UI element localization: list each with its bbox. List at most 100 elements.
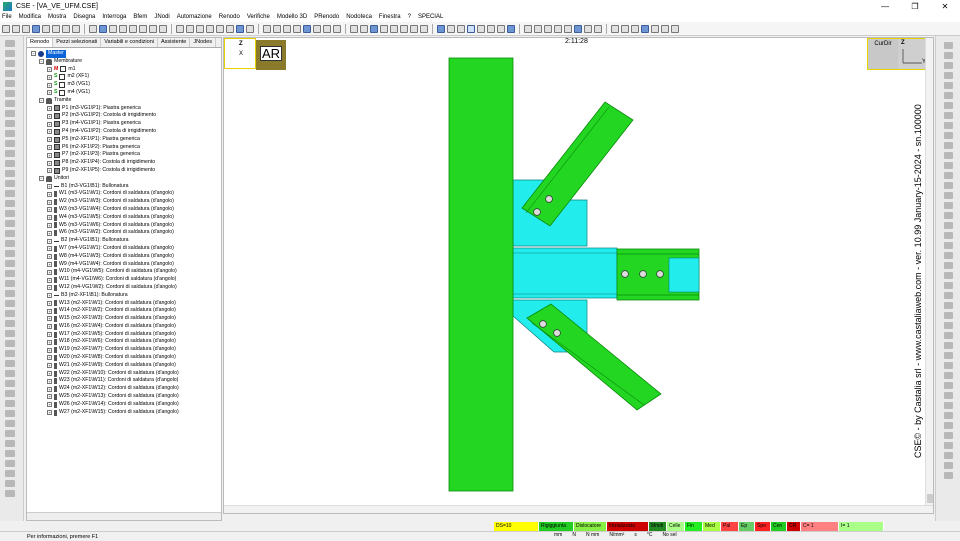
tree-item-weld[interactable]: + W3 (m3-VG1\W4): Cordoni di saldatura (d… (27, 206, 221, 214)
expand-icon[interactable]: + (47, 402, 52, 408)
toolbar-button-icon[interactable] (564, 24, 572, 33)
left-tool-icon[interactable] (5, 170, 15, 177)
toolbar-button-icon[interactable] (72, 24, 80, 33)
tree-item-weld[interactable]: + W19 (m2-XF1\W7): Cordoni di saldatura (… (27, 346, 221, 354)
tree-item-weld[interactable]: + W5 (m3-VG1\W6): Cordoni di saldatura (d… (27, 222, 221, 230)
menu-item[interactable]: Automazione (177, 14, 212, 20)
left-tool-icon[interactable] (5, 380, 15, 387)
right-tool-icon[interactable] (944, 82, 953, 89)
right-tool-icon[interactable] (944, 352, 953, 359)
toolbar-button-icon[interactable] (497, 24, 505, 33)
left-tool-icon[interactable] (5, 70, 15, 77)
menu-item[interactable]: Modifica (19, 14, 41, 20)
toolbar-button-icon[interactable] (400, 24, 408, 33)
tree-item-weld[interactable]: + W22 (m2-XF1\W10): Cordoni di saldatura … (27, 370, 221, 378)
tab-assistente[interactable]: Assistente (158, 38, 191, 47)
tree-item-bolt[interactable]: + B3 (m2-XF1\B1): Bullonatura (27, 292, 221, 300)
expand-icon[interactable]: + (47, 215, 52, 221)
tab-variabili-e-condizioni[interactable]: Variabili e condizioni (101, 38, 158, 47)
expand-icon[interactable]: + (47, 160, 52, 166)
right-tool-icon[interactable] (944, 212, 953, 219)
left-tool-icon[interactable] (5, 480, 15, 487)
toolbar-button-icon[interactable] (447, 24, 455, 33)
menu-item[interactable]: Finestra (379, 14, 401, 20)
tree-item-bolt[interactable]: + B1 (m3-VG1\B1): Bullonatura (27, 183, 221, 191)
tree-item-plate[interactable]: + P5 (m2-XF1\P1): Piastra generica (27, 136, 221, 144)
scroll-thumb[interactable] (927, 494, 933, 503)
menu-item[interactable]: Nodoteca (346, 14, 372, 20)
collapse-icon[interactable]: − (39, 98, 44, 104)
left-tool-icon[interactable] (5, 290, 15, 297)
right-tool-icon[interactable] (944, 412, 953, 419)
toolbar-button-icon[interactable] (594, 24, 602, 33)
close-icon[interactable]: ✕ (930, 2, 960, 11)
toolbar-button-icon[interactable] (380, 24, 388, 33)
toolbar-button-icon[interactable] (149, 24, 157, 33)
expand-icon[interactable]: + (47, 371, 52, 377)
tree-item-weld[interactable]: + W13 (m2-XF1\W1): Cordoni di saldatura (… (27, 300, 221, 308)
menu-item[interactable]: PRenodo (314, 14, 339, 20)
tree-group-unitori[interactable]: − Unitori (27, 175, 221, 183)
toolbar-button-icon[interactable] (611, 24, 619, 33)
left-tool-icon[interactable] (5, 400, 15, 407)
tree-item-plate[interactable]: + P4 (m4-VG1\P2): Costola di irrigidiment… (27, 128, 221, 136)
toolbar-button-icon[interactable] (206, 24, 214, 33)
collapse-icon[interactable]: − (39, 59, 44, 65)
right-tool-icon[interactable] (944, 322, 953, 329)
expand-icon[interactable]: + (47, 222, 52, 228)
right-tool-icon[interactable] (944, 122, 953, 129)
toolbar-button-icon[interactable] (159, 24, 167, 33)
menu-item[interactable]: Bfem (133, 14, 147, 20)
toolbar-button-icon[interactable] (236, 24, 244, 33)
tree-item-weld[interactable]: + W14 (m2-XF1\W2): Cordoni di saldatura (… (27, 307, 221, 315)
expand-icon[interactable]: + (47, 105, 52, 111)
left-tool-icon[interactable] (5, 390, 15, 397)
toolbar-button-icon[interactable] (186, 24, 194, 33)
toolbar-button-icon[interactable] (651, 24, 659, 33)
expand-icon[interactable]: + (47, 410, 52, 416)
expand-icon[interactable]: + (47, 300, 52, 306)
drawing-viewport[interactable]: Z X AR 2:11:28 CurDir Z Y CSE© - by Cast… (223, 37, 934, 514)
tree-item-member[interactable]: + Sm3 (VG1) (27, 81, 221, 89)
menu-item[interactable]: Verifiche (247, 14, 270, 20)
expand-icon[interactable]: + (47, 144, 52, 150)
right-tool-icon[interactable] (944, 202, 953, 209)
tree-item-weld[interactable]: + W27 (m2-XF1\W15): Cordoni di saldatura … (27, 409, 221, 417)
expand-icon[interactable]: + (47, 378, 52, 384)
left-tool-icon[interactable] (5, 300, 15, 307)
left-tool-icon[interactable] (5, 100, 15, 107)
toolbar-button-icon[interactable] (524, 24, 532, 33)
tree-item-plate[interactable]: + P6 (m2-XF1\P2): Piastra generica (27, 144, 221, 152)
expand-icon[interactable]: + (47, 74, 52, 80)
tree-item-weld[interactable]: + W12 (m4-VG1\W2): Cordoni di saldatura (… (27, 284, 221, 292)
tree-item-plate[interactable]: + P8 (m2-XF1\P4): Costola di irrigidiment… (27, 159, 221, 167)
right-tool-icon[interactable] (944, 142, 953, 149)
toolbar-button-icon[interactable] (323, 24, 331, 33)
expand-icon[interactable]: + (47, 339, 52, 345)
tree-group-tramite[interactable]: − Tramite (27, 97, 221, 105)
toolbar-button-icon[interactable] (2, 24, 10, 33)
expand-icon[interactable]: + (47, 199, 52, 205)
left-tool-icon[interactable] (5, 60, 15, 67)
right-tool-icon[interactable] (944, 62, 953, 69)
tab-renodo[interactable]: Renodo (27, 38, 54, 47)
right-tool-icon[interactable] (944, 362, 953, 369)
expand-icon[interactable]: + (47, 152, 52, 158)
menu-item[interactable]: SPECIAL (418, 14, 443, 20)
expand-icon[interactable]: + (47, 238, 52, 244)
tree-item-member[interactable]: + Sm4 (VG1) (27, 89, 221, 97)
left-tool-icon[interactable] (5, 360, 15, 367)
toolbar-button-icon[interactable] (437, 24, 445, 33)
expand-icon[interactable]: + (47, 246, 52, 252)
expand-icon[interactable]: + (47, 277, 52, 283)
right-tool-icon[interactable] (944, 162, 953, 169)
right-tool-icon[interactable] (944, 462, 953, 469)
right-tool-icon[interactable] (944, 172, 953, 179)
left-tool-icon[interactable] (5, 190, 15, 197)
toolbar-button-icon[interactable] (641, 24, 649, 33)
left-tool-icon[interactable] (5, 260, 15, 267)
tree-item-plate[interactable]: + P1 (m3-VG1\P1): Piastra generica (27, 105, 221, 113)
tree-item-weld[interactable]: + W15 (m2-XF1\W3): Cordoni di saldatura (… (27, 315, 221, 323)
tree-item-weld[interactable]: + W18 (m2-XF1\W6): Cordoni di saldatura (… (27, 338, 221, 346)
toolbar-button-icon[interactable] (62, 24, 70, 33)
